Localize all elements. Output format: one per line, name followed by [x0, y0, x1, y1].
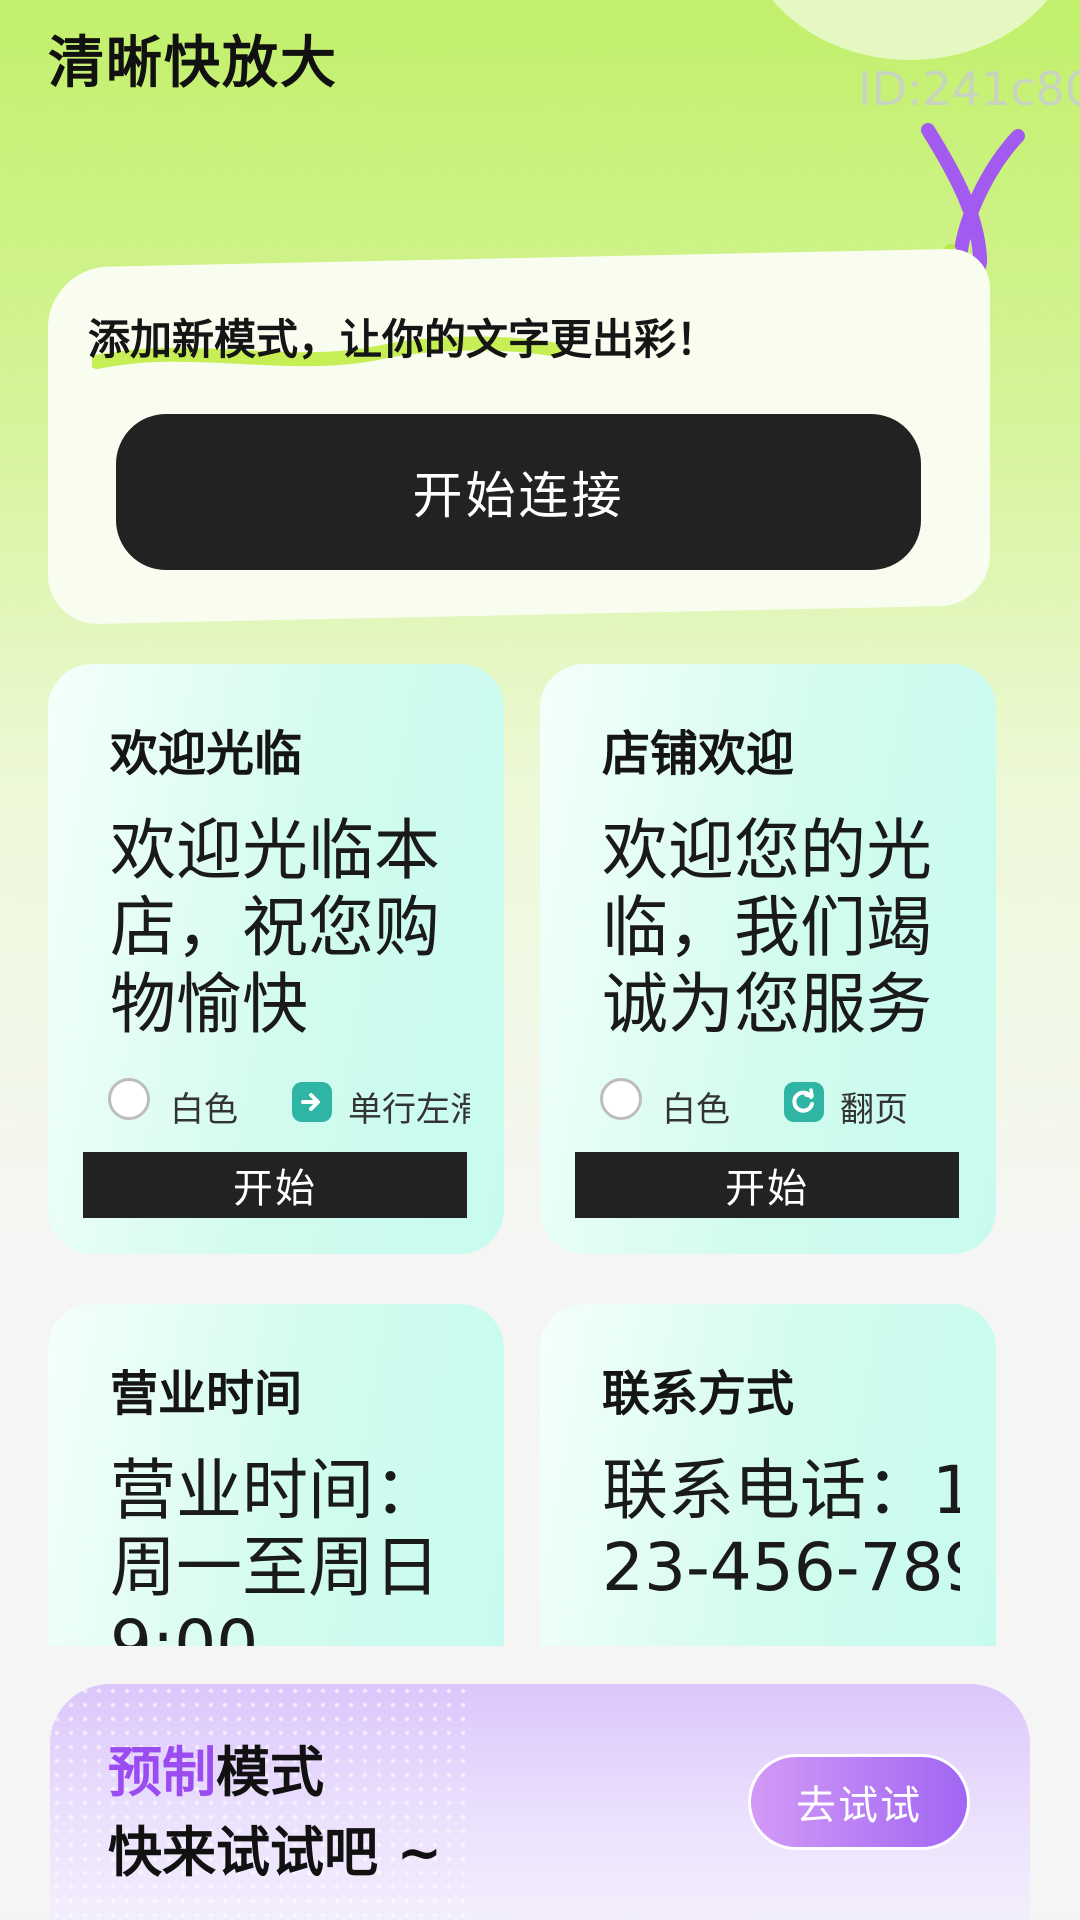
color-label: 白色: [662, 1090, 730, 1130]
banner-title: 预制模式: [108, 1728, 324, 1807]
app-title: 清晰快放大: [48, 31, 338, 96]
start-connect-button[interactable]: 开始连接: [116, 414, 921, 570]
start-button[interactable]: 开始: [575, 1152, 959, 1218]
arrow-right-icon[interactable]: [292, 1082, 332, 1122]
preset-mode-banner[interactable]: 预制模式 快来试试吧 ~ 去试试: [50, 1684, 1030, 1920]
page-mode-label: 翻页: [840, 1090, 908, 1130]
card-body-text: 欢迎您的光 临，我们竭 诚为您服务: [602, 812, 932, 1043]
color-label: 白色: [170, 1090, 238, 1130]
try-it-button[interactable]: 去试试: [748, 1754, 970, 1850]
start-button[interactable]: 开始: [83, 1152, 467, 1218]
mode-card-contact[interactable]: 联系方式 联系电话：1 23-456-7890: [540, 1304, 996, 1646]
card-title: 营业时间: [110, 1366, 303, 1422]
promo-text: 添加新模式，让你的文字更出彩！: [88, 315, 719, 364]
card-body-text: 营业时间： 周一至周日 9:00-22:00: [110, 1452, 440, 1646]
card-body-text: 欢迎光临本 店，祝您购 物愉快: [110, 812, 440, 1043]
scroll-mode-label: 单行左滑: [348, 1090, 470, 1130]
card-title: 店铺欢迎: [602, 726, 795, 782]
mode-card-hours[interactable]: 营业时间 营业时间： 周一至周日 9:00-22:00: [48, 1304, 504, 1646]
card-title: 欢迎光临: [110, 726, 303, 782]
mode-card-shop-welcome[interactable]: 店铺欢迎 欢迎您的光 临，我们竭 诚为您服务 白色 翻页 开始: [540, 664, 996, 1254]
banner-title-rest: 模式: [216, 1741, 324, 1804]
refresh-icon[interactable]: [784, 1082, 824, 1122]
banner-highlight: 预制: [108, 1741, 216, 1804]
color-radio[interactable]: [108, 1078, 150, 1120]
color-radio[interactable]: [600, 1078, 642, 1120]
banner-subtitle: 快来试试吧 ~: [108, 1821, 443, 1884]
card-body-text: 联系电话：1 23-456-7890: [602, 1452, 960, 1606]
card-title: 联系方式: [602, 1366, 795, 1422]
mode-card-welcome[interactable]: 欢迎光临 欢迎光临本 店，祝您购 物愉快 白色 单行左滑 开始: [48, 664, 504, 1254]
id-label: ID:241c80: [858, 62, 1080, 116]
decorative-circle: [740, 0, 1080, 60]
